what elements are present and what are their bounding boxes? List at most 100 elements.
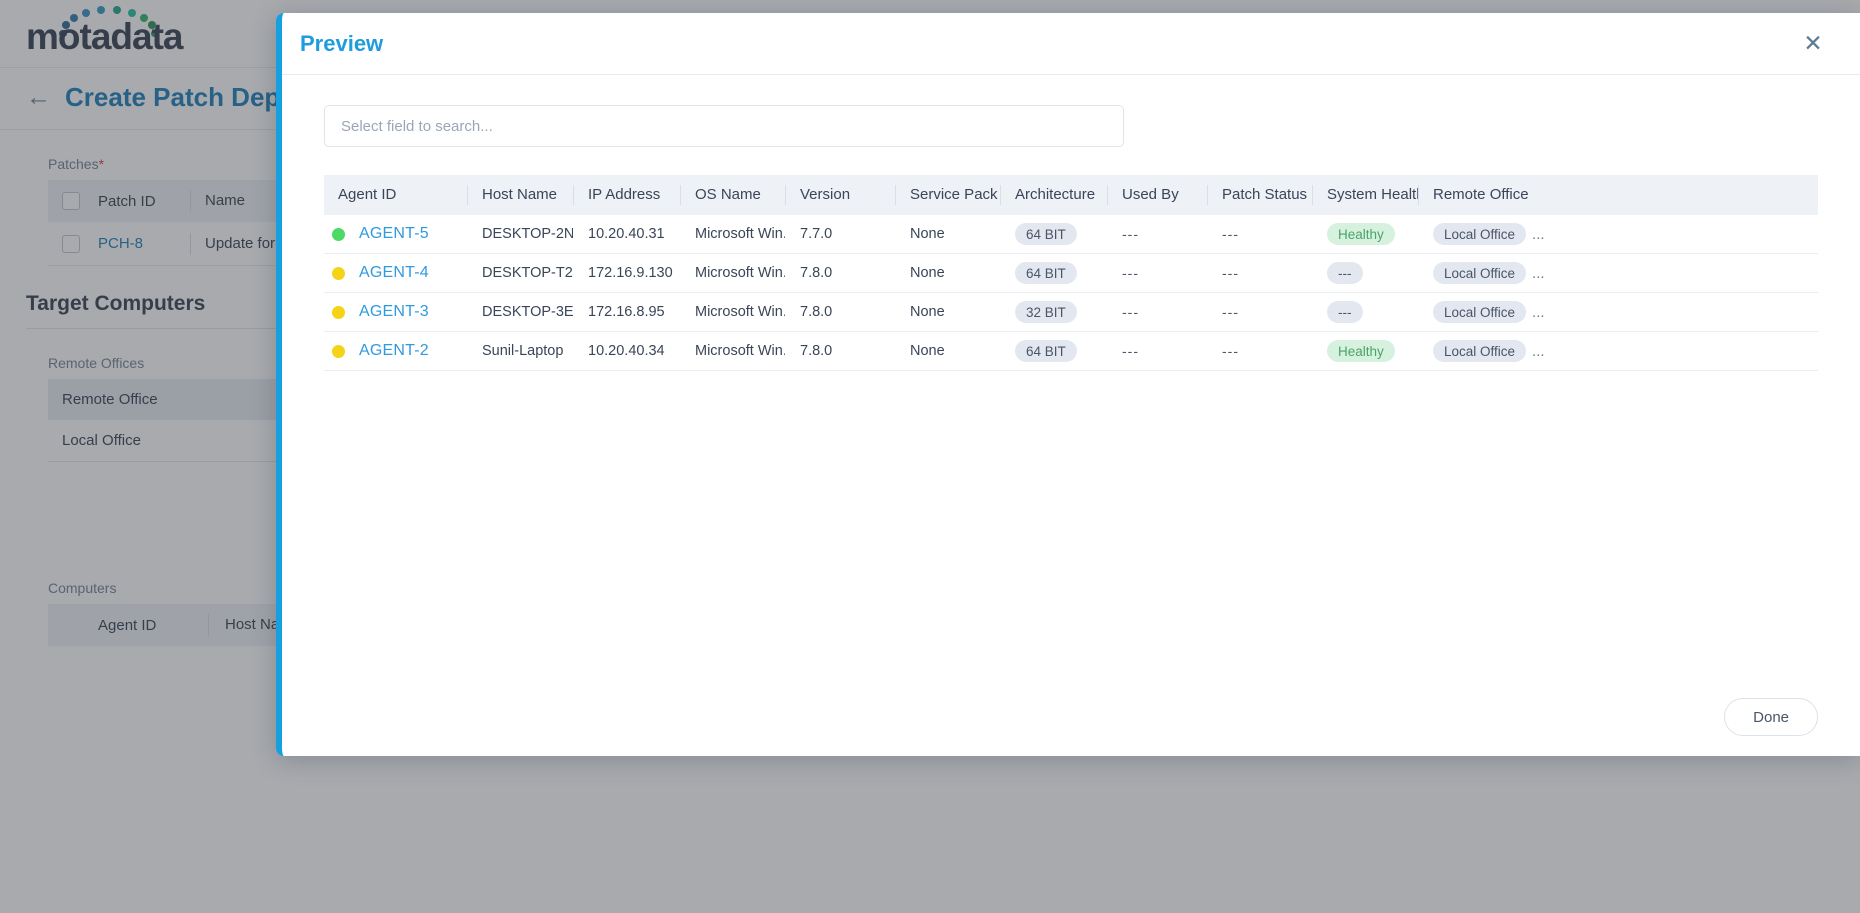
table-row[interactable]: AGENT-3 DESKTOP-3E9... 172.16.8.95 Microsof…	[324, 293, 1818, 332]
preview-table: Agent ID Host Name IP Address OS Name Ve…	[324, 175, 1818, 371]
cell-ip-address: 172.16.8.95	[588, 304, 665, 320]
overflow-indicator[interactable]: ...	[1526, 226, 1545, 243]
cell-architecture: 32 BIT	[1000, 301, 1107, 323]
empty-value: ---	[1222, 304, 1239, 320]
column-service-pack[interactable]: Service Pack	[895, 185, 1000, 205]
table-row[interactable]: AGENT-5 DESKTOP-2NF... 10.20.40.31 Microsof…	[324, 215, 1818, 254]
cell-used-by: ---	[1107, 301, 1207, 323]
cell-os-name: Microsoft Win...	[695, 343, 785, 359]
cell-architecture: 64 BIT	[1000, 340, 1107, 362]
system-health-badge: ---	[1327, 301, 1363, 323]
system-health-badge: Healthy	[1327, 223, 1395, 245]
architecture-badge: 64 BIT	[1015, 340, 1077, 362]
search-placeholder: Select field to search...	[341, 117, 493, 135]
column-architecture[interactable]: Architecture	[1000, 185, 1107, 205]
remote-office-badge: Local Office	[1433, 262, 1527, 284]
overflow-indicator[interactable]: ...	[1526, 304, 1545, 321]
preview-modal: Preview ✕ Select field to search... Agen…	[276, 13, 1860, 756]
agent-id-link[interactable]: AGENT-3	[359, 303, 429, 321]
cell-system-health: ---	[1312, 262, 1418, 284]
cell-system-health: ---	[1312, 301, 1418, 323]
cell-host-name: DESKTOP-T26...	[482, 265, 573, 281]
close-icon[interactable]: ✕	[1798, 29, 1828, 59]
cell-agent-id: AGENT-2	[324, 340, 467, 362]
empty-value: ---	[1122, 304, 1139, 320]
cell-system-health: Healthy	[1312, 223, 1418, 245]
cell-remote-office: Local Office...	[1418, 223, 1548, 245]
architecture-badge: 64 BIT	[1015, 262, 1077, 284]
table-row[interactable]: AGENT-2 Sunil-Laptop 10.20.40.34 Microsoft …	[324, 332, 1818, 371]
column-system-health[interactable]: System Health	[1312, 185, 1418, 205]
cell-os-name: Microsoft Win...	[695, 265, 785, 281]
agent-id-link[interactable]: AGENT-2	[359, 342, 429, 360]
empty-value: ---	[1222, 265, 1239, 281]
cell-system-health: Healthy	[1312, 340, 1418, 362]
overflow-indicator[interactable]: ...	[1526, 343, 1545, 360]
empty-value: ---	[1222, 226, 1239, 242]
cell-version: 7.8.0	[800, 304, 833, 320]
cell-remote-office: Local Office...	[1418, 340, 1548, 362]
column-remote-office[interactable]: Remote Office	[1418, 185, 1548, 205]
status-dot-icon	[332, 227, 345, 241]
cell-remote-office: Local Office...	[1418, 301, 1548, 323]
cell-ip-address: 172.16.9.130	[588, 265, 673, 281]
status-dot-icon	[332, 266, 345, 280]
architecture-badge: 32 BIT	[1015, 301, 1077, 323]
agent-id-link[interactable]: AGENT-4	[359, 264, 429, 282]
cell-version: 7.8.0	[800, 343, 833, 359]
cell-version: 7.8.0	[800, 265, 833, 281]
modal-title: Preview	[300, 30, 384, 56]
cell-used-by: ---	[1107, 340, 1207, 362]
search-input[interactable]: Select field to search...	[324, 105, 1124, 147]
cell-service-pack: None	[910, 304, 945, 320]
cell-remote-office: Local Office...	[1418, 262, 1548, 284]
cell-used-by: ---	[1107, 223, 1207, 245]
cell-ip-address: 10.20.40.34	[588, 343, 665, 359]
column-ip-address[interactable]: IP Address	[573, 185, 680, 205]
cell-architecture: 64 BIT	[1000, 223, 1107, 245]
table-row[interactable]: AGENT-4 DESKTOP-T26... 172.16.9.130 Microso…	[324, 254, 1818, 293]
remote-office-badge: Local Office	[1433, 223, 1527, 245]
status-dot-icon	[332, 305, 345, 319]
cell-patch-status: ---	[1207, 223, 1312, 245]
column-used-by[interactable]: Used By	[1107, 185, 1207, 205]
cell-ip-address: 10.20.40.31	[588, 226, 665, 242]
cell-used-by: ---	[1107, 262, 1207, 284]
system-health-badge: ---	[1327, 262, 1363, 284]
done-button[interactable]: Done	[1724, 698, 1818, 736]
status-dot-icon	[332, 344, 345, 358]
column-version[interactable]: Version	[785, 185, 895, 205]
modal-header: Preview ✕	[282, 13, 1860, 75]
cell-host-name: DESKTOP-3E9...	[482, 304, 573, 320]
remote-office-badge: Local Office	[1433, 340, 1527, 362]
empty-value: ---	[1122, 226, 1139, 242]
cell-os-name: Microsoft Win...	[695, 226, 785, 242]
cell-service-pack: None	[910, 226, 945, 242]
cell-agent-id: AGENT-4	[324, 262, 467, 284]
column-patch-status[interactable]: Patch Status	[1207, 185, 1312, 205]
cell-host-name: Sunil-Laptop	[482, 343, 564, 359]
empty-value: ---	[1122, 343, 1139, 359]
cell-host-name: DESKTOP-2NF...	[482, 226, 573, 242]
empty-value: ---	[1122, 265, 1139, 281]
modal-body: Select field to search... Agent ID Host …	[282, 75, 1860, 678]
cell-os-name: Microsoft Win...	[695, 304, 785, 320]
cell-agent-id: AGENT-3	[324, 301, 467, 323]
cell-agent-id: AGENT-5	[324, 223, 467, 245]
overflow-indicator[interactable]: ...	[1526, 265, 1545, 282]
system-health-badge: Healthy	[1327, 340, 1395, 362]
cell-service-pack: None	[910, 265, 945, 281]
modal-footer: Done	[282, 678, 1860, 756]
cell-patch-status: ---	[1207, 262, 1312, 284]
remote-office-badge: Local Office	[1433, 301, 1527, 323]
cell-patch-status: ---	[1207, 340, 1312, 362]
cell-patch-status: ---	[1207, 301, 1312, 323]
preview-table-header: Agent ID Host Name IP Address OS Name Ve…	[324, 175, 1818, 215]
column-agent-id[interactable]: Agent ID	[324, 185, 467, 205]
preview-table-body: AGENT-5 DESKTOP-2NF... 10.20.40.31 Microsof…	[324, 215, 1818, 371]
cell-version: 7.7.0	[800, 226, 833, 242]
column-os-name[interactable]: OS Name	[680, 185, 785, 205]
agent-id-link[interactable]: AGENT-5	[359, 225, 429, 243]
column-host-name[interactable]: Host Name	[467, 185, 573, 205]
cell-architecture: 64 BIT	[1000, 262, 1107, 284]
